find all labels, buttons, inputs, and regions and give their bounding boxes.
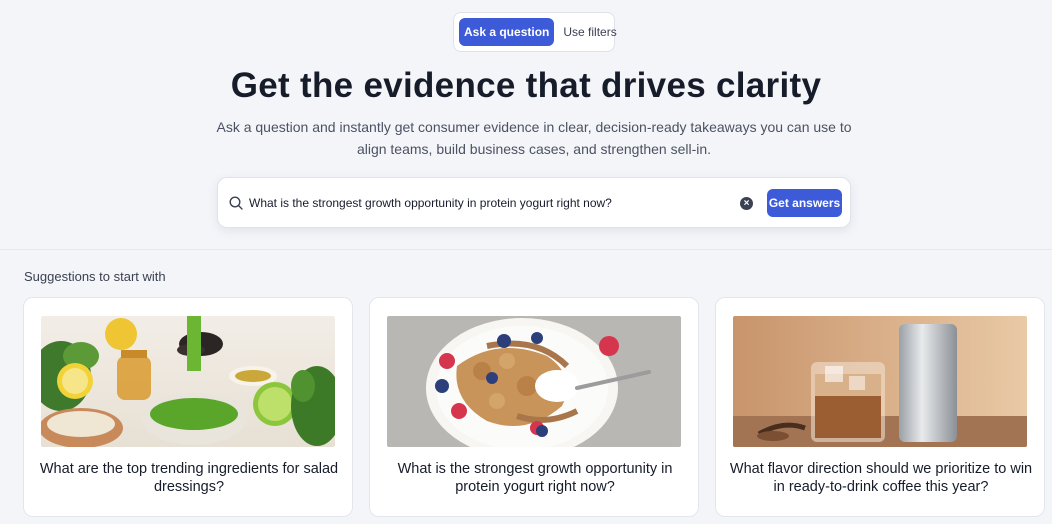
ask-question-tab[interactable]: Ask a question [459, 18, 555, 46]
page-subtitle: Ask a question and instantly get consume… [216, 119, 852, 157]
protein-yogurt-image [387, 316, 681, 447]
suggestion-card-salad-dressings[interactable]: What are the top trending ingredients fo… [23, 297, 353, 517]
search-icon [229, 196, 243, 210]
rtd-coffee-image [733, 316, 1027, 447]
salad-dressing-image [41, 316, 335, 447]
page-title: Get the evidence that drives clarity [230, 66, 822, 105]
get-answers-button[interactable]: Get answers [767, 189, 842, 217]
search-bar: × Get answers [217, 177, 851, 228]
search-input[interactable] [249, 191, 729, 215]
suggestions-heading: Suggestions to start with [24, 269, 166, 284]
close-icon[interactable]: × [740, 197, 753, 210]
suggestion-question: What are the top trending ingredients fo… [39, 461, 339, 495]
hero-section: Ask a question Use filters Get the evide… [0, 0, 1052, 250]
use-filters-tab[interactable]: Use filters [558, 18, 621, 46]
suggestion-card-rtd-coffee[interactable]: What flavor direction should we prioriti… [715, 297, 1045, 517]
suggestion-question: What is the strongest growth opportunity… [397, 461, 673, 495]
suggestion-question: What flavor direction should we prioriti… [729, 461, 1033, 495]
suggestion-card-protein-yogurt[interactable]: What is the strongest growth opportunity… [369, 297, 699, 517]
mode-toggle: Ask a question Use filters [453, 12, 617, 52]
